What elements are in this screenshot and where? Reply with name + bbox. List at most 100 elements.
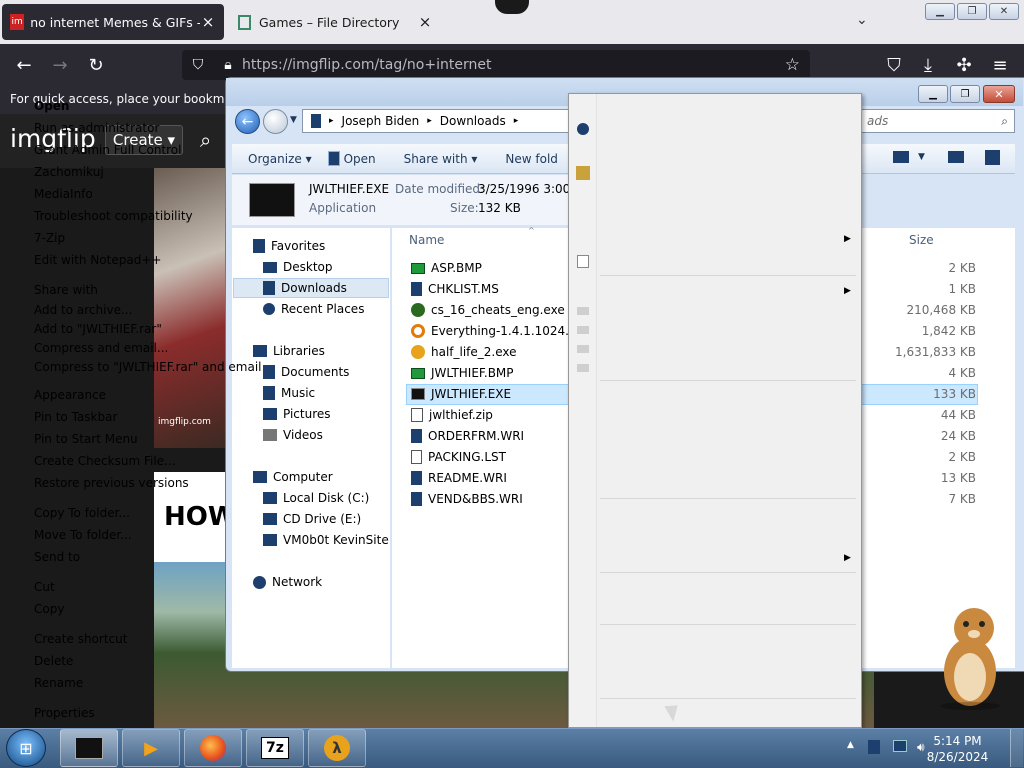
maximize-button[interactable]: ❐ <box>957 3 987 20</box>
menu-item-create-shortcut[interactable]: Create shortcut <box>34 632 127 646</box>
menu-item-restore-versions[interactable]: Restore previous versions <box>34 476 189 490</box>
taskbar-explorer[interactable] <box>60 729 118 767</box>
file-row[interactable]: JWLTHIEF.BMP <box>411 366 514 380</box>
start-button[interactable]: ⊞ <box>6 729 46 767</box>
explorer-minimize-button[interactable]: ▁ <box>918 85 948 103</box>
extensions-icon[interactable]: ✣ <box>950 51 978 79</box>
back-arrow-icon[interactable]: ← <box>10 51 38 79</box>
sidebar-item-network[interactable]: Network <box>253 575 322 589</box>
file-row[interactable]: jwlthief.zip <box>411 408 493 422</box>
menu-item-copy[interactable]: Copy <box>34 602 64 616</box>
taskbar-firefox[interactable] <box>184 729 242 767</box>
menu-item-add-rar[interactable]: Add to "JWLTHIEF.rar" <box>34 322 162 336</box>
forward-arrow-icon[interactable]: → <box>46 51 74 79</box>
breadcrumb-downloads[interactable]: Downloads <box>440 114 506 128</box>
tray-volume-icon[interactable]: 🔊︎ <box>917 740 925 755</box>
menu-item-pin-start[interactable]: Pin to Start Menu <box>34 432 138 446</box>
file-row[interactable]: PACKING.LST <box>411 450 506 464</box>
view-options-chevron-down-icon[interactable]: ▼ <box>918 152 925 162</box>
tab-games-directory[interactable]: Games – File Directory × <box>230 4 442 40</box>
shield-icon[interactable]: ⛉ <box>182 57 214 73</box>
search-input[interactable]: ads ⌕ <box>860 109 1015 133</box>
menu-item-move-to-folder[interactable]: Move To folder... <box>34 528 132 542</box>
column-header-name[interactable]: Name <box>409 233 444 247</box>
column-header-size[interactable]: Size <box>909 233 934 247</box>
sidebar-item-cd-drive[interactable]: CD Drive (E:) <box>263 512 361 526</box>
preview-pane-icon[interactable] <box>948 151 964 163</box>
taskbar-7zip[interactable]: 7z <box>246 729 304 767</box>
menu-item-cut[interactable]: Cut <box>34 580 55 594</box>
view-options-icon[interactable] <box>893 151 909 163</box>
sidebar-item-network-share[interactable]: VM0b0t KevinSite <box>263 533 389 547</box>
lock-icon[interactable]: 🔒︎ <box>214 57 242 73</box>
back-button[interactable]: ← <box>235 109 260 134</box>
address-breadcrumb[interactable]: ▸ Joseph Biden ▸ Downloads ▸ <box>302 109 570 133</box>
sidebar-item-favorites[interactable]: Favorites <box>253 239 325 253</box>
search-icon[interactable]: ⌕ <box>200 128 211 152</box>
menu-item-compress-email[interactable]: Compress and email... <box>34 341 168 355</box>
star-bookmark-icon[interactable]: ☆ <box>785 55 800 75</box>
new-folder-button[interactable]: New fold <box>505 152 558 166</box>
breadcrumb-separator-icon[interactable]: ▸ <box>427 116 432 126</box>
sidebar-item-music[interactable]: Music <box>263 386 315 400</box>
menu-item-properties[interactable]: Properties <box>34 706 95 720</box>
sidebar-item-recent-places[interactable]: Recent Places <box>263 302 364 316</box>
address-bar[interactable]: ⛉ 🔒︎ https://imgflip.com/tag/no+internet… <box>182 50 810 80</box>
show-desktop-button[interactable] <box>1010 729 1023 767</box>
share-with-button[interactable]: Share with ▾ <box>404 152 478 166</box>
file-row[interactable]: README.WRI <box>411 471 507 485</box>
file-row[interactable]: ORDERFRM.WRI <box>411 429 524 443</box>
tab-list-chevron-down-icon[interactable]: ⌄ <box>856 12 868 28</box>
file-row[interactable]: CHKLIST.MS <box>411 282 499 296</box>
taskbar-media-player[interactable]: ▶ <box>122 729 180 767</box>
sidebar-item-desktop[interactable]: Desktop <box>263 260 333 274</box>
tray-expand-chevron-icon[interactable]: ▲ <box>847 740 854 750</box>
open-button[interactable]: Open <box>327 151 376 166</box>
sidebar-item-libraries[interactable]: Libraries <box>253 344 325 358</box>
sidebar-item-downloads[interactable]: Downloads <box>263 281 347 295</box>
tray-network-icon[interactable] <box>893 740 907 755</box>
breadcrumb-separator-icon[interactable]: ▸ <box>329 116 334 126</box>
help-icon[interactable] <box>985 150 1000 165</box>
download-icon[interactable]: ⤓ <box>914 51 942 79</box>
menu-hamburger-icon[interactable]: ≡ <box>986 51 1014 79</box>
menu-item-rename[interactable]: Rename <box>34 676 83 690</box>
menu-item-delete[interactable]: Delete <box>34 654 73 668</box>
menu-item-pin-taskbar[interactable]: Pin to Taskbar <box>34 410 117 424</box>
sidebar-item-local-disk[interactable]: Local Disk (C:) <box>263 491 369 505</box>
menu-item-troubleshoot[interactable]: Troubleshoot compatibility <box>34 209 193 223</box>
close-tab-icon[interactable]: × <box>200 13 216 31</box>
tray-device-icon[interactable] <box>868 740 880 757</box>
file-row[interactable]: ASP.BMP <box>411 261 482 275</box>
sidebar-item-pictures[interactable]: Pictures <box>263 407 331 421</box>
breadcrumb-user[interactable]: Joseph Biden <box>342 114 420 128</box>
menu-item-add-archive[interactable]: Add to archive... <box>34 303 132 317</box>
menu-item-share-with[interactable]: Share with <box>34 283 98 297</box>
menu-item-compress-rar-email[interactable]: Compress to "JWLTHIEF.rar" and email <box>34 360 262 374</box>
file-row-selected[interactable]: JWLTHIEF.EXE <box>411 387 511 401</box>
menu-item-edit-notepad[interactable]: Edit with Notepad++ <box>34 253 161 267</box>
menu-item-open[interactable]: Open <box>34 99 69 113</box>
close-button[interactable]: ✕ <box>989 3 1019 20</box>
sidebar-item-computer[interactable]: Computer <box>253 470 333 484</box>
tab-imgflip[interactable]: im no internet Memes & GIFs - Im × <box>2 4 224 40</box>
menu-item-zachomikuj[interactable]: Zachomikuj <box>34 165 104 179</box>
file-row[interactable]: half_life_2.exe <box>411 345 517 359</box>
search-icon[interactable]: ⌕ <box>1001 114 1008 129</box>
organize-button[interactable]: Organize ▾ <box>248 152 312 166</box>
recent-pages-chevron-down-icon[interactable]: ▼ <box>290 115 297 125</box>
menu-item-mediainfo[interactable]: MediaInfo <box>34 187 93 201</box>
file-row[interactable]: VEND&BBS.WRI <box>411 492 523 506</box>
menu-item-7zip[interactable]: 7-Zip <box>34 231 65 245</box>
sidebar-item-videos[interactable]: Videos <box>263 428 323 442</box>
forward-button[interactable] <box>263 109 288 134</box>
close-tab-icon[interactable]: × <box>416 13 434 31</box>
reload-icon[interactable]: ↻ <box>82 51 110 79</box>
menu-item-send-to[interactable]: Send to <box>34 550 80 564</box>
menu-item-checksum[interactable]: Create Checksum File... <box>34 454 176 468</box>
minimize-button[interactable]: ▁ <box>925 3 955 20</box>
pocket-icon[interactable]: ⛉ <box>880 51 908 79</box>
file-row[interactable]: cs_16_cheats_eng.exe <box>411 303 565 317</box>
menu-item-run-as-administrator[interactable]: Run as administrator <box>34 121 159 135</box>
explorer-close-button[interactable]: ✕ <box>983 85 1015 103</box>
